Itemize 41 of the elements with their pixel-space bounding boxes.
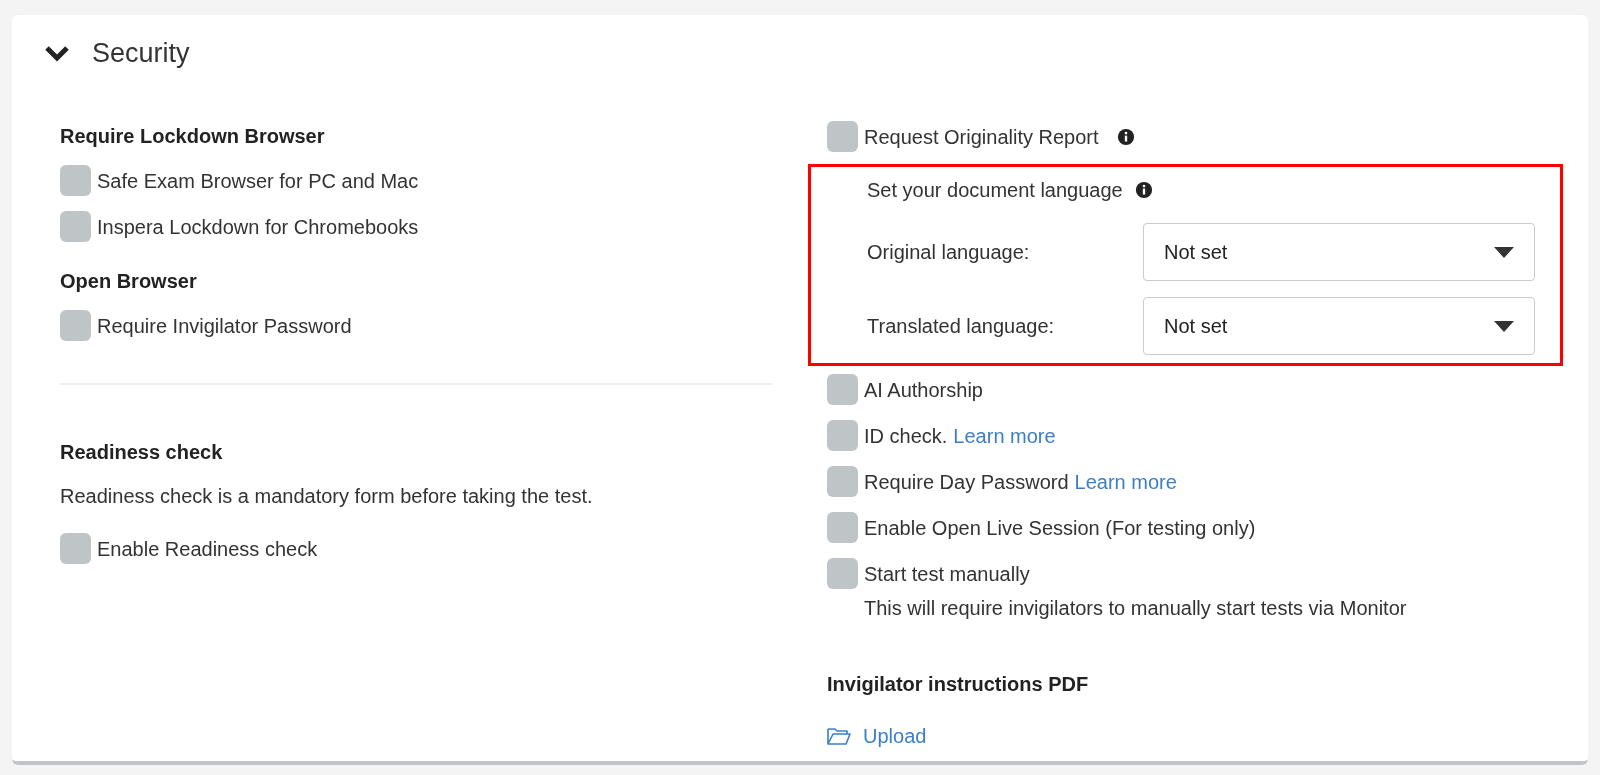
language-select[interactable]: Not set (1143, 297, 1535, 355)
group-description: Readiness check is a mandatory form before taking the test. (60, 484, 594, 509)
section-title[interactable]: Security (92, 32, 190, 74)
checkbox[interactable] (827, 374, 858, 405)
checkbox[interactable] (827, 466, 858, 497)
select-label: Original language: (867, 240, 1031, 265)
caret-icon (1494, 246, 1514, 258)
option-label: Require Invigilator Password (97, 313, 352, 339)
checkbox[interactable] (827, 512, 858, 543)
info-icon[interactable] (1134, 181, 1153, 199)
group-heading: Require Lockdown Browser (60, 124, 326, 149)
option-label: ID check. (864, 423, 948, 449)
option-label: Require Day Password (864, 469, 1069, 495)
checkbox[interactable] (827, 420, 858, 451)
learn-more-link[interactable]: Learn more (1074, 466, 1177, 497)
language-select[interactable]: Not set (1143, 223, 1535, 281)
caret-icon (1494, 320, 1514, 332)
option-note: This will require invigilators to manually start tests via Monitor (864, 596, 1407, 621)
option-label: Enable Open Live Session (For testing only) (864, 515, 1256, 541)
option-label: Request Originality Report (864, 124, 1099, 150)
checkbox[interactable] (60, 211, 91, 242)
checkbox[interactable] (60, 165, 91, 196)
group-heading: Readiness check (60, 440, 224, 465)
folder-icon (827, 727, 851, 745)
option-label: Safe Exam Browser for PC and Mac (97, 168, 419, 194)
option-label: Enable Readiness check (97, 536, 318, 562)
checkbox[interactable] (60, 310, 91, 341)
info-icon[interactable] (1116, 127, 1135, 146)
pdf-heading: Invigilator instructions PDF (826, 672, 1090, 697)
upload-link[interactable]: Upload (808, 721, 927, 751)
select-label: Translated language: (867, 314, 1056, 339)
checkbox[interactable] (827, 121, 858, 152)
language-title: Set your document language (867, 178, 1123, 203)
group-heading: Open Browser (60, 269, 198, 294)
chevron-icon[interactable] (44, 44, 70, 62)
checkbox[interactable] (60, 533, 91, 564)
option-label: AI Authorship (864, 377, 983, 403)
option-label: Inspera Lockdown for Chromebooks (97, 214, 419, 240)
option-label: Start test manually (864, 561, 1030, 587)
learn-more-link[interactable]: Learn more (953, 420, 1056, 451)
checkbox[interactable] (827, 558, 858, 589)
